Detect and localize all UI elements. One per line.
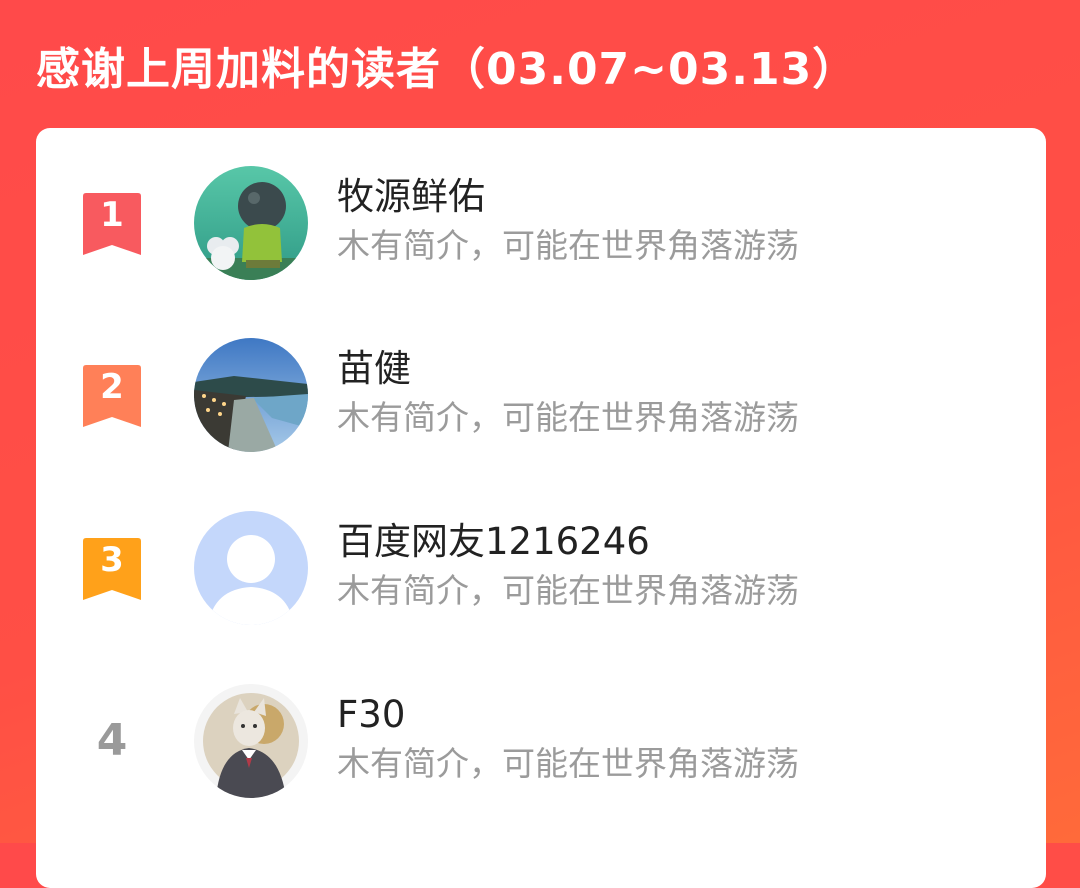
rank-number: 4 [96, 715, 128, 766]
reader-name[interactable]: 百度网友1216246 [337, 518, 650, 566]
list-item[interactable]: 4 F30 木有简介，可能在世界角落游荡 [36, 681, 1046, 801]
reader-bio: 木有简介，可能在世界角落游荡 [337, 744, 799, 783]
page-title: 感谢上周加料的读者（03.07~03.13） [36, 44, 858, 95]
rank-ribbon-badge: 3 [83, 538, 141, 600]
rank-number: 2 [100, 367, 124, 407]
rank-number: 1 [100, 195, 124, 235]
rank-ribbon-badge: 1 [83, 193, 141, 255]
reader-name[interactable]: 牧源鲜佑 [337, 173, 485, 221]
avatar[interactable] [194, 166, 308, 280]
list-item[interactable]: 1 牧源鲜佑 木有简介，可能在世界角落游荡 [36, 163, 1046, 283]
avatar[interactable] [194, 338, 308, 452]
avatar[interactable] [194, 684, 308, 798]
avatar[interactable] [194, 511, 308, 625]
reader-bio: 木有简介，可能在世界角落游荡 [337, 571, 799, 610]
reader-list-card: 1 牧源鲜佑 木有简介，可能在世界角落游荡 2 苗健 木有简介，可能在世界角落游… [36, 128, 1046, 888]
reader-name[interactable]: 苗健 [337, 345, 411, 393]
reader-name[interactable]: F30 [337, 691, 405, 739]
reader-bio: 木有简介，可能在世界角落游荡 [337, 398, 799, 437]
list-item[interactable]: 2 苗健 木有简介，可能在世界角落游荡 [36, 335, 1046, 455]
reader-bio: 木有简介，可能在世界角落游荡 [337, 226, 799, 265]
rank-number: 3 [100, 540, 124, 580]
list-item[interactable]: 3 百度网友1216246 木有简介，可能在世界角落游荡 [36, 508, 1046, 628]
rank-ribbon-badge: 2 [83, 365, 141, 427]
